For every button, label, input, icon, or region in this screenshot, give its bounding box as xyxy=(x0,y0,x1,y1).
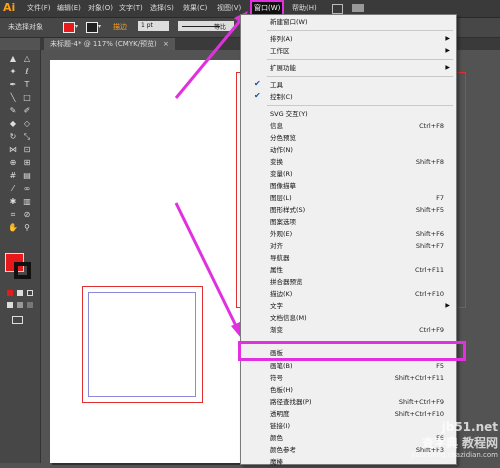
menu-item-tools[interactable]: ✔ 工具 xyxy=(241,79,456,91)
menu-item-brushes[interactable]: 画笔(B) F5 xyxy=(241,360,456,372)
checkmark-icon: ✔ xyxy=(254,91,261,100)
arrow-to-window-menu xyxy=(174,15,246,99)
menu-item-transform[interactable]: 变换 Shift+F8 xyxy=(241,156,456,168)
arrow-to-artboards-item xyxy=(174,202,240,331)
watermark-title: 查字典 教程网 xyxy=(421,436,498,450)
artboards-highlight-box xyxy=(238,341,466,361)
submenu-arrow-icon: ▶ xyxy=(445,302,450,309)
window-menu-dropdown: 新建窗口(W) 排列(A) ▶ 工作区 ▶ 扩展功能 ▶ ✔ 工具 ✔ 控制(C) SVG… xyxy=(240,14,457,466)
menu-divider xyxy=(267,105,453,106)
menu-item-document-info[interactable]: 文档信息(M) xyxy=(241,312,456,324)
menu-item-navigator[interactable]: 导航器 xyxy=(241,252,456,264)
menu-item-svg-interactivity[interactable]: SVG 交互(Y) xyxy=(241,108,456,120)
menu-divider xyxy=(267,59,453,60)
menu-item-info[interactable]: 信息 Ctrl+F8 xyxy=(241,120,456,132)
menu-item-swatches[interactable]: 色板(H) xyxy=(241,384,456,396)
menu-item-arrange[interactable]: 排列(A) ▶ xyxy=(241,33,456,45)
menu-item-type[interactable]: 文字 ▶ xyxy=(241,300,456,312)
menu-item-actions[interactable]: 动作(N) xyxy=(241,144,456,156)
watermark-url: jiaocheng.chazidian.com xyxy=(411,451,498,459)
menu-item-extensions[interactable]: 扩展功能 ▶ xyxy=(241,62,456,74)
menu-item-graphic-styles[interactable]: 图形样式(S) Shift+F5 xyxy=(241,204,456,216)
menu-item-separations-preview[interactable]: 分色预览 xyxy=(241,132,456,144)
submenu-arrow-icon: ▶ xyxy=(445,47,450,54)
checkmark-icon: ✔ xyxy=(254,79,261,88)
menu-item-image-trace[interactable]: 图像描摹 xyxy=(241,180,456,192)
submenu-arrow-icon: ▶ xyxy=(445,64,450,71)
menu-item-pattern-options[interactable]: 图案选项 xyxy=(241,216,456,228)
menu-divider xyxy=(267,30,453,31)
menu-item-variables[interactable]: 变量(R) xyxy=(241,168,456,180)
menu-item-transparency[interactable]: 透明度 Shift+Ctrl+F10 xyxy=(241,408,456,420)
menu-item-workspace[interactable]: 工作区 ▶ xyxy=(241,45,456,57)
menu-item-gradient[interactable]: 渐变 Ctrl+F9 xyxy=(241,324,456,336)
watermark: jb51.net 查字典 教程网 jiaocheng.chazidian.com xyxy=(370,420,498,462)
menu-item-stroke[interactable]: 描边(K) Ctrl+F10 xyxy=(241,288,456,300)
menu-divider xyxy=(267,76,453,77)
watermark-domain: jb51.net xyxy=(441,420,498,434)
menu-item-symbols[interactable]: 符号 Shift+Ctrl+F11 xyxy=(241,372,456,384)
submenu-arrow-icon: ▶ xyxy=(445,35,450,42)
menu-item-align[interactable]: 对齐 Shift+F7 xyxy=(241,240,456,252)
menu-item-flattener-preview[interactable]: 拼合器预览 xyxy=(241,276,456,288)
menu-item-pathfinder[interactable]: 路径查找器(P) Shift+Ctrl+F9 xyxy=(241,396,456,408)
menu-item-new-window[interactable]: 新建窗口(W) xyxy=(241,16,456,28)
menu-item-attributes[interactable]: 属性 Ctrl+F11 xyxy=(241,264,456,276)
menu-item-control[interactable]: ✔ 控制(C) xyxy=(241,91,456,103)
menu-item-layers[interactable]: 图层(L) F7 xyxy=(241,192,456,204)
menu-item-appearance[interactable]: 外观(E) Shift+F6 xyxy=(241,228,456,240)
